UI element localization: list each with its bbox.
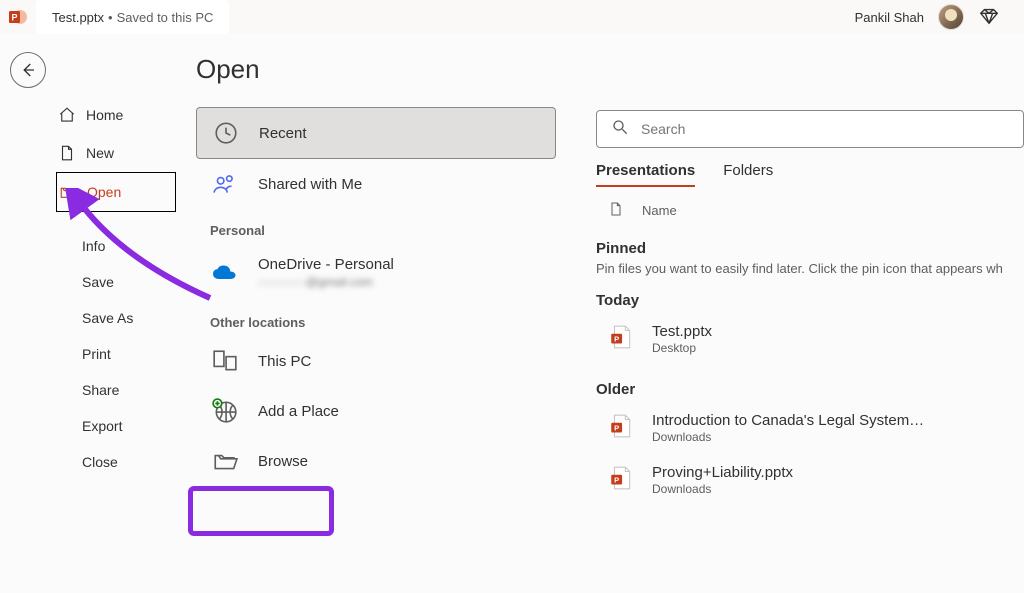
sidebar-item-save-as[interactable]: Save As xyxy=(56,300,176,336)
presentation-file-icon: P xyxy=(608,324,634,355)
file-row[interactable]: P Proving+Liability.pptx Downloads xyxy=(596,454,1024,506)
file-row[interactable]: P Test.pptx Desktop xyxy=(596,313,1024,365)
sidebar-item-open[interactable]: Open xyxy=(56,172,176,212)
svg-text:P: P xyxy=(614,475,619,484)
source-browse[interactable]: Browse xyxy=(196,436,556,486)
sidebar-item-new[interactable]: New xyxy=(56,134,176,172)
section-pinned: Pinned xyxy=(596,240,1024,257)
group-personal: Personal xyxy=(196,209,556,244)
file-icon xyxy=(608,201,624,220)
sidebar-item-info[interactable]: Info xyxy=(56,228,176,264)
section-older: Older xyxy=(596,381,1024,398)
sidebar-item-close[interactable]: Close xyxy=(56,444,176,480)
file-row[interactable]: P Introduction to Canada's Legal System…… xyxy=(596,402,1024,454)
back-button[interactable] xyxy=(10,52,46,88)
tab-folders[interactable]: Folders xyxy=(723,162,773,187)
people-icon xyxy=(210,171,240,197)
document-filename: Test.pptx xyxy=(52,10,104,25)
list-header[interactable]: Name xyxy=(596,187,1024,224)
svg-text:P: P xyxy=(614,423,619,432)
svg-text:P: P xyxy=(614,334,619,343)
add-place-icon xyxy=(210,398,240,424)
onedrive-email: xxxxxxxx@gmail.com xyxy=(258,275,394,289)
sidebar-item-export[interactable]: Export xyxy=(56,408,176,444)
presentation-file-icon: P xyxy=(608,465,634,496)
backstage-sidebar: Home New Open Info Save Save As Print Sh… xyxy=(56,34,176,593)
svg-text:P: P xyxy=(11,13,17,23)
group-other: Other locations xyxy=(196,301,556,336)
sidebar-item-save[interactable]: Save xyxy=(56,264,176,300)
new-icon xyxy=(58,144,76,162)
source-recent[interactable]: Recent xyxy=(196,107,556,159)
sidebar-item-share[interactable]: Share xyxy=(56,372,176,408)
save-status: Saved to this PC xyxy=(117,10,214,25)
search-box[interactable] xyxy=(596,110,1024,148)
source-add-place[interactable]: Add a Place xyxy=(196,386,556,436)
open-folder-icon xyxy=(59,183,77,201)
powerpoint-app-icon: P xyxy=(0,0,36,34)
source-onedrive[interactable]: OneDrive - Personal xxxxxxxx@gmail.com xyxy=(196,244,556,301)
section-today: Today xyxy=(596,292,1024,309)
premium-icon[interactable] xyxy=(978,5,1000,30)
username[interactable]: Pankil Shah xyxy=(855,10,924,25)
sidebar-item-print[interactable]: Print xyxy=(56,336,176,372)
search-input[interactable] xyxy=(641,121,1009,137)
tab-presentations[interactable]: Presentations xyxy=(596,162,695,187)
home-icon xyxy=(58,106,76,124)
source-this-pc[interactable]: This PC xyxy=(196,336,556,386)
search-icon xyxy=(611,118,629,141)
sidebar-item-home[interactable]: Home xyxy=(56,96,176,134)
presentation-file-icon: P xyxy=(608,413,634,444)
onedrive-icon xyxy=(210,263,240,283)
this-pc-icon xyxy=(210,348,240,374)
clock-icon xyxy=(211,120,241,146)
annotation-highlight xyxy=(188,486,334,536)
source-shared[interactable]: Shared with Me xyxy=(196,159,556,209)
titlebar: P Test.pptx • Saved to this PC Pankil Sh… xyxy=(0,0,1024,34)
page-title: Open xyxy=(196,54,556,85)
document-tab[interactable]: Test.pptx • Saved to this PC xyxy=(36,0,229,34)
user-avatar[interactable] xyxy=(938,4,964,30)
pinned-hint: Pin files you want to easily find later.… xyxy=(596,261,1024,276)
browse-folder-icon xyxy=(210,448,240,474)
